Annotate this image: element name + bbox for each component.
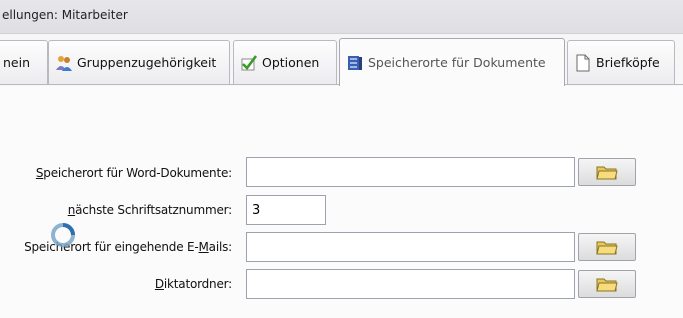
word-location-input[interactable]	[246, 157, 575, 187]
tab-label: nein	[3, 55, 31, 70]
tab-allgemein[interactable]: nein	[0, 40, 48, 84]
email-location-browse-button[interactable]	[578, 233, 636, 261]
dictation-folder-browse-button[interactable]	[578, 270, 636, 298]
tab-optionen[interactable]: Optionen	[233, 40, 337, 84]
tab-label: Speicherorte für Dokumente	[368, 55, 546, 70]
window-title: ellungen: Mitarbeiter	[2, 8, 128, 22]
tab-gruppenzugehoerigkeit[interactable]: Gruppenzugehörigkeit	[48, 40, 230, 84]
email-location-input[interactable]	[246, 232, 575, 262]
document-icon	[574, 54, 592, 72]
word-location-browse-button[interactable]	[578, 158, 636, 186]
tab-briefkoepfe[interactable]: Briefköpfe	[567, 40, 675, 84]
tab-label: Briefköpfe	[596, 55, 660, 70]
next-number-input[interactable]	[246, 195, 326, 225]
word-location-label: Speicherort für Word-Dokumente:	[35, 166, 232, 180]
document-storage-icon	[346, 54, 364, 72]
dictation-folder-label: Diktatordner:	[154, 277, 232, 291]
tab-speicherorte[interactable]: Speicherorte für Dokumente	[339, 38, 565, 86]
tab-label: Optionen	[262, 55, 320, 70]
title-bar: ellungen: Mitarbeiter	[0, 0, 683, 34]
folder-icon	[596, 241, 618, 255]
folder-icon	[596, 278, 618, 292]
dictation-folder-input[interactable]	[246, 269, 575, 299]
checkmark-icon	[240, 54, 258, 72]
group-icon	[55, 54, 73, 72]
busy-cursor-icon	[50, 222, 76, 248]
folder-icon	[596, 166, 618, 180]
next-number-label: nächste Schriftsatznummer:	[67, 203, 232, 217]
tab-label: Gruppenzugehörigkeit	[77, 55, 217, 70]
